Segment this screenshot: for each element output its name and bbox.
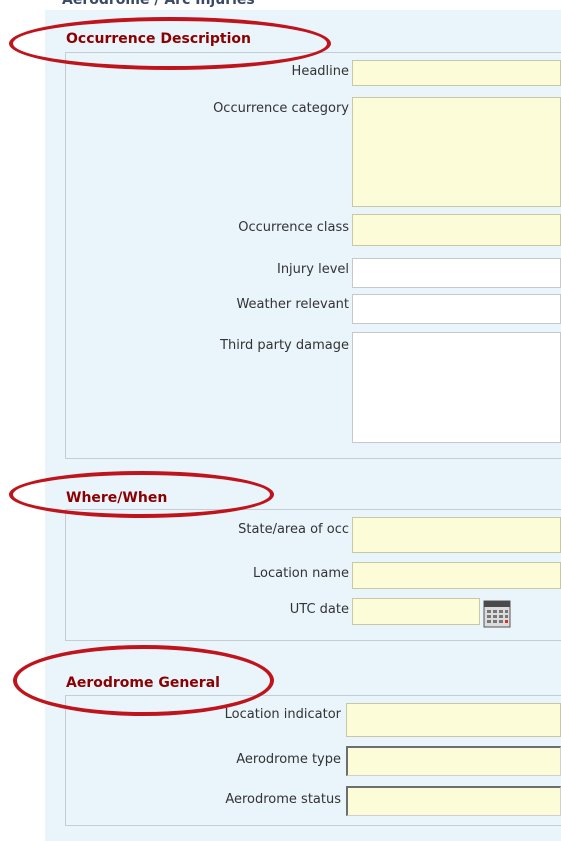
location-indicator-field[interactable]	[346, 703, 561, 737]
location-name-field[interactable]	[352, 562, 561, 589]
label-aerodrome-status: Aerodrome status	[225, 792, 341, 807]
label-injury-level: Injury level	[276, 262, 349, 277]
highlight-ellipse-aerodrome	[13, 645, 274, 716]
label-occurrence-category: Occurrence category	[213, 101, 349, 116]
label-location-name: Location name	[253, 566, 349, 581]
label-weather-relevant: Weather relevant	[236, 297, 349, 312]
aerodrome-status-field[interactable]	[346, 786, 561, 816]
utc-date-field[interactable]	[352, 598, 480, 625]
injury-level-field[interactable]	[352, 258, 561, 288]
label-third-party-damage: Third party damage	[220, 338, 349, 353]
state-area-field[interactable]	[352, 517, 561, 553]
highlight-ellipse-where-when	[9, 471, 274, 518]
headline-field[interactable]	[352, 60, 561, 86]
label-state-area: State/area of occ	[238, 522, 349, 537]
third-party-damage-field[interactable]	[352, 332, 561, 443]
label-headline: Headline	[291, 64, 349, 79]
highlight-ellipse-occurrence	[9, 17, 331, 70]
occurrence-class-field[interactable]	[352, 214, 561, 246]
label-aerodrome-type: Aerodrome type	[236, 752, 341, 767]
label-occurrence-class: Occurrence class	[238, 220, 349, 235]
occurrence-category-field[interactable]	[352, 97, 561, 207]
weather-relevant-field[interactable]	[352, 294, 561, 324]
aerodrome-type-field[interactable]	[346, 746, 561, 776]
calendar-icon[interactable]	[483, 600, 511, 628]
label-utc-date: UTC date	[289, 602, 349, 617]
clipped-heading: Aerodrome / Arc Injuries	[62, 0, 255, 8]
label-location-indicator: Location indicator	[224, 707, 341, 722]
